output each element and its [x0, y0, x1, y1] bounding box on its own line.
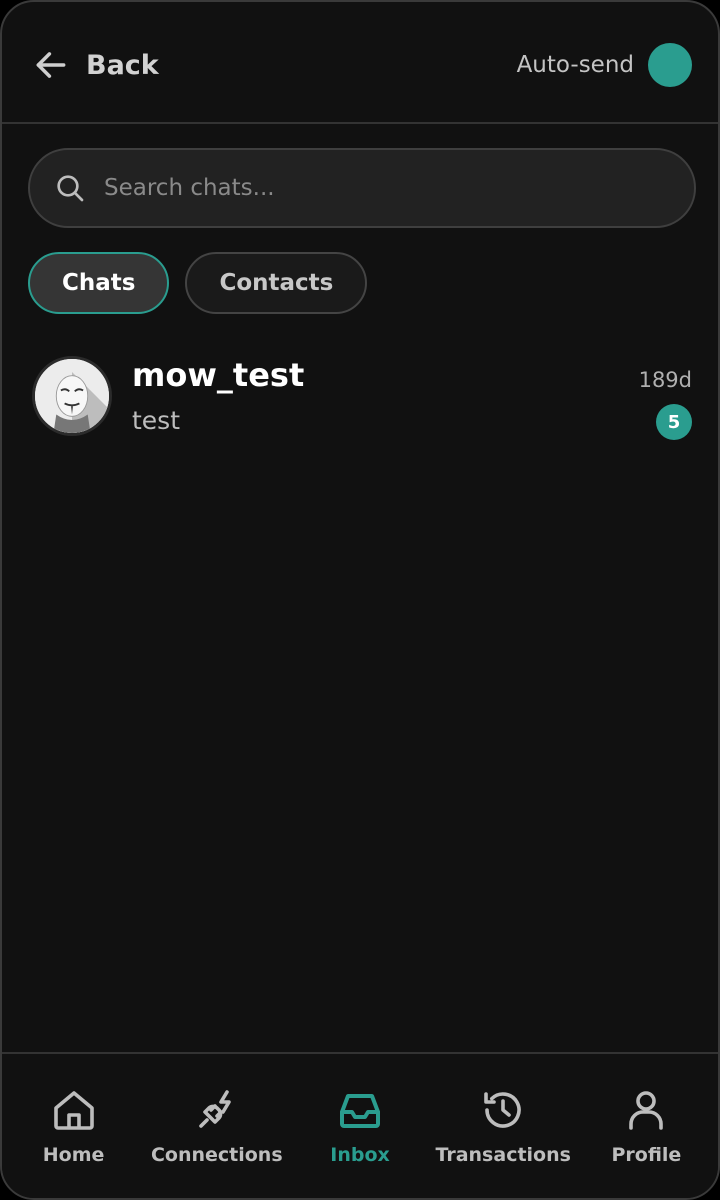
top-bar: Back Auto-send	[2, 2, 718, 124]
nav-connections[interactable]: Connections	[145, 1086, 288, 1166]
autosend-toggle[interactable]	[648, 43, 692, 87]
history-icon	[484, 1092, 521, 1128]
arrow-left-icon	[36, 52, 66, 78]
nav-label: Connections	[150, 1144, 283, 1166]
avatar	[32, 356, 112, 436]
unread-badge: 5	[656, 404, 692, 440]
app-frame: Back Auto-send Chats Contacts	[0, 0, 720, 1200]
tab-bar: Chats Contacts	[28, 252, 368, 314]
nav-profile[interactable]: Profile	[575, 1086, 718, 1166]
nav-label: Home	[42, 1144, 105, 1166]
home-icon	[53, 1091, 94, 1130]
plug-icon	[198, 1090, 231, 1128]
inbox-icon	[340, 1094, 380, 1128]
chat-preview: test	[132, 406, 181, 435]
bottom-nav: Home Connections Inbox Transactions Prof…	[2, 1052, 718, 1198]
nav-transactions[interactable]: Transactions	[432, 1086, 575, 1166]
nav-inbox[interactable]: Inbox	[288, 1086, 431, 1166]
autosend-control: Auto-send	[517, 42, 692, 88]
nav-label: Profile	[611, 1144, 682, 1166]
search-bar	[28, 148, 696, 228]
tab-chats[interactable]: Chats	[28, 252, 170, 314]
chat-list-item[interactable]: mow_test test 189d 5	[32, 354, 694, 440]
tab-contacts[interactable]: Contacts	[185, 252, 368, 314]
chat-name: mow_test	[132, 356, 305, 394]
back-label: Back	[86, 49, 159, 81]
mask-avatar-icon	[35, 359, 109, 433]
nav-label: Transactions	[435, 1144, 571, 1166]
user-icon	[629, 1091, 664, 1130]
chat-timestamp: 189d	[638, 368, 692, 392]
search-input[interactable]	[104, 175, 664, 201]
nav-label: Inbox	[330, 1144, 390, 1166]
back-button[interactable]: Back	[32, 42, 159, 88]
search-icon	[57, 175, 84, 202]
nav-home[interactable]: Home	[2, 1086, 145, 1166]
autosend-label: Auto-send	[516, 52, 634, 78]
